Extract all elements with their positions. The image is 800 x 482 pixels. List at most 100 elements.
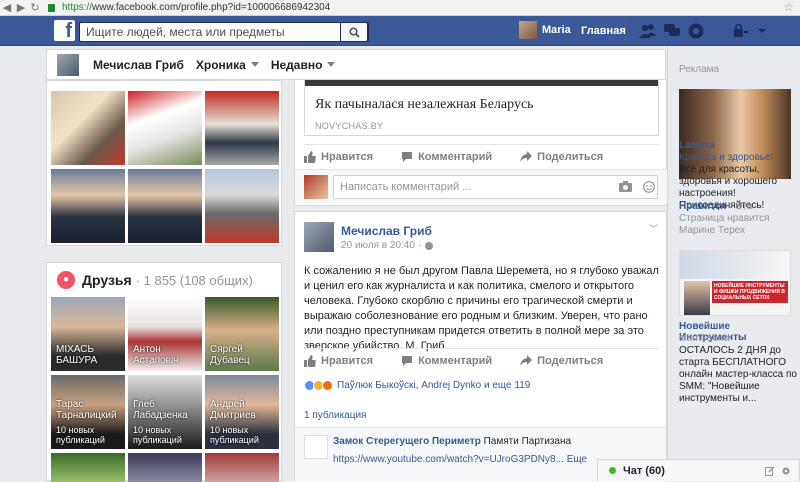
shared-title: Памяти Партизана bbox=[483, 436, 572, 447]
account-menu-icon[interactable] bbox=[753, 22, 771, 40]
comment-label: Комментарий bbox=[418, 354, 493, 367]
photo-thumbnail[interactable] bbox=[51, 169, 125, 243]
friend-tile[interactable]: Сяргей Дубавец bbox=[205, 297, 279, 371]
timeline-dropdown[interactable]: Хроника bbox=[196, 58, 259, 72]
friend-new-posts: 10 новых публикаций bbox=[133, 425, 182, 445]
privacy-shortcuts-icon[interactable] bbox=[731, 22, 749, 40]
comment-button[interactable]: Комментарий bbox=[401, 355, 492, 367]
post-actions: Нравится Комментарий Поделиться bbox=[304, 144, 659, 168]
search-button[interactable] bbox=[340, 22, 368, 42]
friend-tile[interactable]: Тарас Тарналицкий 10 новых публикаций bbox=[51, 375, 125, 449]
avatar[interactable] bbox=[304, 222, 334, 252]
ad-tagline[interactable]: Красота и здоровье! bbox=[679, 152, 773, 163]
globe-icon bbox=[425, 241, 434, 250]
friend-tile[interactable]: Андрей Дмитриев 10 новых публикаций bbox=[205, 375, 279, 449]
home-link[interactable]: Главная bbox=[581, 25, 626, 37]
thumbs-up-icon bbox=[304, 150, 316, 163]
friends-icon: ● bbox=[57, 271, 75, 289]
friend-tile[interactable]: МІХАСЬ БАШУРА bbox=[51, 297, 125, 371]
ad-image[interactable]: НОВЕЙШИЕ ИНСТРУМЕНТЫ И ФИШКИ ПРОДВИЖЕНИЯ… bbox=[679, 250, 791, 316]
avatar[interactable] bbox=[57, 53, 79, 76]
photo-thumbnail[interactable] bbox=[128, 91, 202, 165]
recent-label: Недавно bbox=[270, 57, 323, 72]
recent-dropdown[interactable]: Недавно bbox=[271, 58, 336, 72]
like-button[interactable]: Нравится bbox=[304, 150, 374, 163]
comment-composer: Написать комментарий ... bbox=[295, 169, 667, 203]
address-bar[interactable]: https://www.facebook.com/profile.php?id=… bbox=[62, 2, 330, 13]
share-button[interactable]: Поделиться bbox=[520, 150, 603, 163]
messages-icon[interactable] bbox=[663, 22, 681, 40]
friend-name: Глеб Лабадзенка bbox=[133, 399, 188, 421]
friends-header: ● Друзья · 1 855 (108 общих) bbox=[57, 271, 253, 289]
link-preview[interactable]: Як пачыналася незалежная Беларусь NOVYCH… bbox=[304, 80, 659, 136]
post-card: Мечислав Гриб 20 июля в 20:40 · ﹀ К сожа… bbox=[294, 211, 667, 482]
ad-text: ОСТАЛОСЬ 2 ДНЯ до старта БЕСПЛАТНОГО онл… bbox=[679, 345, 797, 404]
ad-link[interactable]: smmfree.ru bbox=[679, 333, 730, 344]
reload-icon[interactable]: ↻ bbox=[28, 1, 42, 15]
friend-requests-icon[interactable] bbox=[639, 22, 657, 40]
chat-settings-gear-icon[interactable] bbox=[781, 466, 791, 476]
right-sidebar: Реклама Lamyra Красота и здоровье! Всё д… bbox=[667, 46, 800, 481]
chat-label: Чат (60) bbox=[623, 464, 665, 477]
emoji-icon[interactable] bbox=[643, 181, 655, 193]
friend-tile[interactable] bbox=[128, 453, 202, 482]
link-source: NOVYCHAS.BY bbox=[315, 121, 384, 131]
notifications-icon[interactable] bbox=[687, 22, 705, 40]
facebook-logo-icon[interactable]: f bbox=[54, 20, 75, 41]
bookmark-star-icon[interactable]: ☆ bbox=[783, 0, 794, 14]
comment-icon bbox=[402, 355, 413, 366]
avatar bbox=[304, 175, 328, 199]
shares-link[interactable]: 1 публикация bbox=[304, 410, 366, 421]
like-label: Нравится bbox=[321, 150, 374, 163]
share-button[interactable]: Поделиться bbox=[520, 354, 604, 367]
divider bbox=[625, 22, 626, 40]
friend-tile[interactable]: Глеб Лабадзенка 10 новых публикаций bbox=[128, 375, 202, 449]
shared-by[interactable]: Замок Стерегущего Периметр bbox=[333, 436, 481, 447]
search-input[interactable] bbox=[80, 23, 335, 41]
share-icon bbox=[520, 354, 533, 366]
share-label: Поделиться bbox=[537, 354, 604, 367]
online-status-icon bbox=[609, 467, 616, 474]
photo-thumbnail[interactable] bbox=[51, 91, 125, 165]
timeline-label: Хроника bbox=[195, 57, 246, 72]
link-image bbox=[305, 80, 658, 86]
ad-banner-top bbox=[680, 251, 790, 279]
user-name: Maria bbox=[542, 24, 571, 36]
ad-like-row: Нравится · Эта Страница нравится Марине … bbox=[679, 201, 797, 237]
photo-thumbnail[interactable] bbox=[128, 169, 202, 243]
like-button[interactable]: Нравится bbox=[304, 354, 374, 367]
post-author[interactable]: Мечислав Гриб bbox=[341, 224, 432, 238]
profile-name[interactable]: Мечислав Гриб bbox=[93, 58, 184, 72]
photo-thumbnail[interactable] bbox=[205, 91, 279, 165]
comment-input[interactable]: Написать комментарий ... bbox=[333, 175, 658, 199]
friend-tile[interactable]: Антон Астаповіч bbox=[128, 297, 202, 371]
ad-like-button[interactable]: Нравится bbox=[679, 201, 726, 212]
shared-url[interactable]: https://www.youtube.com/watch?v=UJroG3PD… bbox=[333, 454, 587, 465]
avatar bbox=[519, 21, 537, 39]
comment-icon bbox=[402, 151, 413, 162]
friend-tile[interactable] bbox=[205, 453, 279, 482]
lock-icon bbox=[48, 3, 55, 12]
avatar[interactable] bbox=[304, 435, 328, 459]
photo-thumbnail[interactable] bbox=[205, 169, 279, 243]
reactions-text: Паўлюк Быкоўскі, Andrej Dynko и еще 119 bbox=[337, 380, 531, 391]
ad-banner-text: НОВЕЙШИЕ ИНСТРУМЕНТЫ И ФИШКИ ПРОДВИЖЕНИЯ… bbox=[712, 281, 788, 303]
thumbs-up-icon bbox=[304, 354, 316, 367]
comment-button[interactable]: Комментарий bbox=[401, 151, 492, 163]
profile-link[interactable]: Maria bbox=[519, 21, 571, 39]
reactions-summary[interactable]: Паўлюк Быкоўскі, Andrej Dynko и еще 119 bbox=[304, 380, 530, 391]
forward-icon[interactable]: ▶ bbox=[14, 1, 28, 15]
back-icon[interactable]: ◀ bbox=[0, 1, 14, 15]
post-timestamp[interactable]: 20 июля в 20:40 · bbox=[341, 240, 434, 251]
search-icon bbox=[349, 27, 360, 38]
friend-tile[interactable] bbox=[51, 453, 125, 482]
chat-bar[interactable]: Чат (60) bbox=[597, 459, 800, 481]
friend-name: Тарас Тарналицкий bbox=[56, 399, 117, 421]
ad-name[interactable]: Lamyra bbox=[679, 140, 715, 151]
camera-icon[interactable] bbox=[619, 181, 632, 192]
like-label: Нравится bbox=[321, 354, 374, 367]
ads-title: Реклама bbox=[679, 64, 720, 75]
new-message-icon[interactable] bbox=[765, 466, 775, 476]
friends-title[interactable]: Друзья bbox=[82, 272, 132, 288]
post-options-chevron-icon[interactable]: ﹀ bbox=[649, 222, 658, 235]
